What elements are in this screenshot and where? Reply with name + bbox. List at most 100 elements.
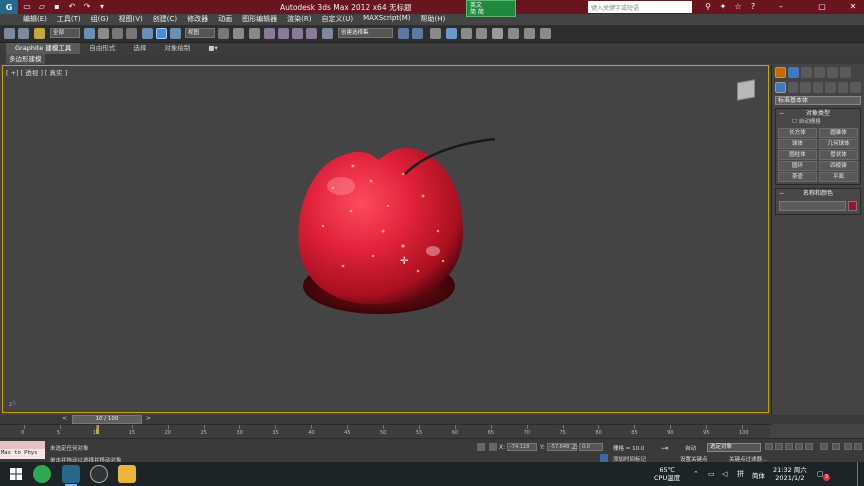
key-selection-dropdown[interactable]: 选定对象 xyxy=(707,443,761,452)
menu-views[interactable]: 视图(V) xyxy=(114,13,148,25)
taskbar-explorer-icon[interactable] xyxy=(118,465,136,483)
help-icon[interactable]: ? xyxy=(742,0,764,14)
menu-edit[interactable]: 编辑(E) xyxy=(18,13,52,25)
curve-editor-icon[interactable] xyxy=(461,28,472,39)
schematic-view-icon[interactable] xyxy=(476,28,487,39)
render-setup-icon[interactable] xyxy=(508,28,519,39)
object-color-swatch[interactable] xyxy=(848,201,857,211)
unlink-icon[interactable] xyxy=(18,28,29,39)
maxscript-input[interactable] xyxy=(0,441,45,449)
cone-button[interactable]: 圆锥体 xyxy=(819,128,858,138)
torus-button[interactable]: 圆环 xyxy=(778,161,817,171)
render-teapot-icon[interactable] xyxy=(540,28,551,39)
language-indicator[interactable]: 简体 xyxy=(752,470,765,480)
z-coordinate-field[interactable]: 0.0 xyxy=(579,443,603,451)
cylinder-button[interactable]: 圆柱体 xyxy=(778,150,817,160)
viewcube[interactable] xyxy=(737,79,755,101)
bind-space-warp-icon[interactable] xyxy=(34,28,45,39)
ime-toolbar[interactable]: 英文 简 简 xyxy=(466,0,516,17)
helpers-icon[interactable] xyxy=(825,82,836,93)
next-key-icon[interactable] xyxy=(795,443,803,450)
redo-icon[interactable]: ↷ xyxy=(81,2,93,12)
autogrid-checkbox[interactable]: ☐ 自动栅格 xyxy=(776,118,860,126)
snap-toggle-icon[interactable] xyxy=(264,28,275,39)
goto-end-icon[interactable] xyxy=(805,443,813,450)
cameras-icon[interactable] xyxy=(812,82,824,93)
shapes-icon[interactable] xyxy=(787,82,799,93)
material-editor-icon[interactable] xyxy=(492,28,503,39)
geosphere-button[interactable]: 几何球体 xyxy=(819,139,858,149)
manipulate-icon[interactable] xyxy=(233,28,244,39)
rect-selection-icon[interactable] xyxy=(112,28,123,39)
tube-button[interactable]: 管状体 xyxy=(819,150,858,160)
spinner-snap-icon[interactable] xyxy=(306,28,317,39)
select-rotate-icon[interactable] xyxy=(156,28,167,39)
project-folder-icon[interactable]: ▾ xyxy=(96,2,108,12)
keyboard-shortcut-icon[interactable] xyxy=(249,28,260,39)
ribbon-options-icon[interactable]: ■▾ xyxy=(199,43,226,54)
reference-coord-dropdown[interactable]: 视图 xyxy=(185,28,215,38)
maximize-viewport-icon[interactable] xyxy=(854,443,862,450)
named-selection-dropdown[interactable]: 创建选择集 xyxy=(338,28,393,38)
time-tag-icon[interactable] xyxy=(600,454,608,462)
perspective-viewport[interactable]: [ +] [ 透视 ] [ 真实 ] ✛ z└ xyxy=(2,65,769,413)
mirror-icon[interactable] xyxy=(398,28,409,39)
graphite-toggle-icon[interactable] xyxy=(446,28,457,39)
modify-tab-icon[interactable] xyxy=(788,67,799,78)
menu-graph-editors[interactable]: 图形编辑器 xyxy=(237,13,282,25)
taskbar-app-360-icon[interactable] xyxy=(33,465,51,483)
align-icon[interactable] xyxy=(412,28,423,39)
track-bar[interactable]: 0 5 10 15 20 25 30 35 40 45 50 55 60 65 70 75 80 85 90 95 10… xyxy=(0,424,770,438)
set-key-icon[interactable]: ⊸ xyxy=(661,444,669,454)
rendered-frame-icon[interactable] xyxy=(524,28,535,39)
save-icon[interactable]: ▪ xyxy=(51,2,63,12)
menu-create[interactable]: 创建(C) xyxy=(148,13,182,25)
tab-freeform[interactable]: 自由形式 xyxy=(80,43,124,54)
windows-start-icon[interactable] xyxy=(10,468,22,480)
new-file-icon[interactable]: ▭ xyxy=(21,2,33,12)
menu-animation[interactable]: 动画 xyxy=(213,13,237,25)
pan-icon[interactable] xyxy=(832,443,840,450)
sphere-button[interactable]: 球体 xyxy=(778,139,817,149)
selection-filter-dropdown[interactable]: 全部 xyxy=(50,28,80,38)
hierarchy-tab-icon[interactable] xyxy=(801,67,812,78)
time-slider[interactable]: 10 / 100 < > xyxy=(0,415,864,424)
menu-help[interactable]: 帮助(H) xyxy=(416,13,451,25)
select-object-icon[interactable] xyxy=(84,28,95,39)
layer-manager-icon[interactable] xyxy=(430,28,441,39)
apple-model[interactable] xyxy=(293,136,503,321)
geometry-icon[interactable] xyxy=(775,82,786,93)
prev-frame-icon[interactable]: < xyxy=(62,415,67,422)
show-desktop-button[interactable] xyxy=(857,462,858,486)
search-input[interactable]: 键入关键字或短语 xyxy=(588,1,692,13)
utilities-tab-icon[interactable] xyxy=(840,67,851,78)
time-slider-thumb[interactable]: 10 / 100 xyxy=(72,415,142,424)
volume-icon[interactable]: ◁ xyxy=(722,470,730,478)
next-frame-icon[interactable]: > xyxy=(146,415,151,422)
tab-graphite-modeling[interactable]: Graphite 建模工具 xyxy=(6,43,81,54)
select-by-name-icon[interactable] xyxy=(98,28,109,39)
geometry-category-dropdown[interactable]: 标准基本体 xyxy=(775,96,861,105)
systems-icon[interactable] xyxy=(850,82,862,93)
tray-expand-icon[interactable]: ⌃ xyxy=(693,470,701,478)
menu-maxscript[interactable]: MAXScript(M) xyxy=(358,13,415,25)
edit-named-selection-icon[interactable] xyxy=(322,28,333,39)
close-icon[interactable]: ✕ xyxy=(842,0,864,14)
teapot-button[interactable]: 茶壶 xyxy=(778,172,817,182)
undo-icon[interactable]: ↶ xyxy=(66,2,78,12)
zoom-icon[interactable] xyxy=(820,443,828,450)
motion-tab-icon[interactable] xyxy=(814,67,825,78)
menu-group[interactable]: 组(G) xyxy=(86,13,114,25)
display-tab-icon[interactable] xyxy=(827,67,838,78)
percent-snap-icon[interactable] xyxy=(292,28,303,39)
object-type-header[interactable]: − 对象类型 xyxy=(776,109,860,118)
lock-selection-icon[interactable] xyxy=(477,443,485,451)
taskbar-recorder-icon[interactable] xyxy=(90,465,108,483)
angle-snap-icon[interactable] xyxy=(278,28,289,39)
menu-customize[interactable]: 自定义(U) xyxy=(316,13,358,25)
tab-polygon-modeling[interactable]: 多边形建模 xyxy=(6,54,45,64)
tab-object-paint[interactable]: 对象绘制 xyxy=(155,43,199,54)
goto-start-icon[interactable] xyxy=(765,443,773,450)
minimize-icon[interactable]: – xyxy=(770,0,792,14)
menu-rendering[interactable]: 渲染(R) xyxy=(282,13,316,25)
